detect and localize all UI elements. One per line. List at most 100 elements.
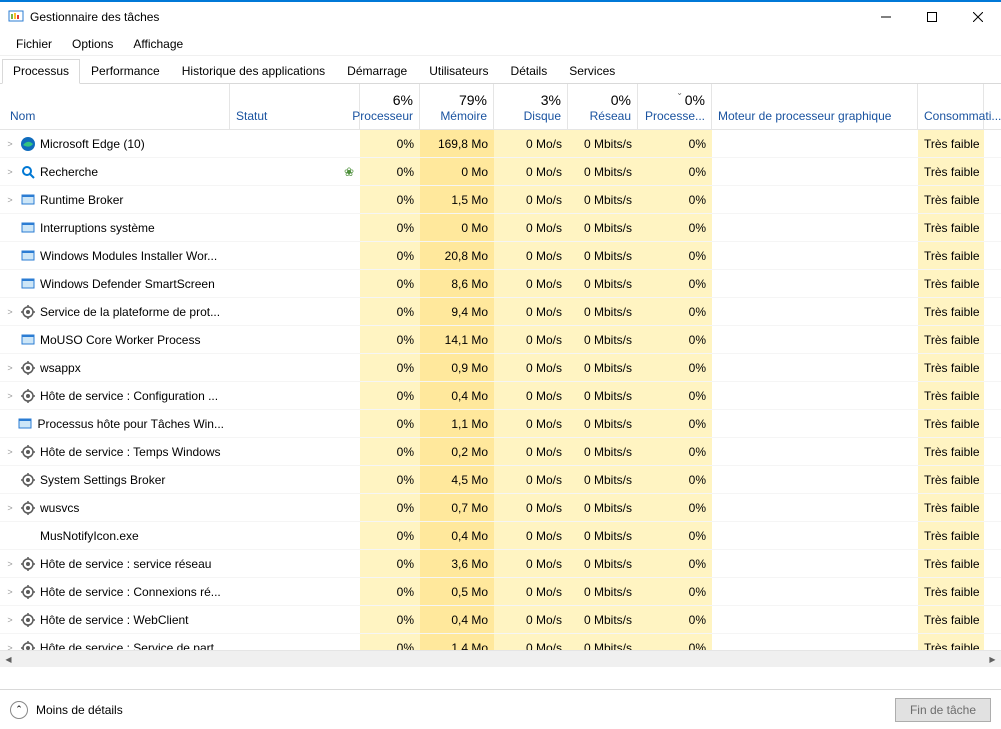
process-name: MoUSO Core Worker Process <box>40 333 200 347</box>
expand-icon[interactable]: > <box>4 391 16 401</box>
process-name: Hôte de service : Service de part... <box>40 641 224 651</box>
table-row[interactable]: >Hôte de service : Temps Windows0%0,2 Mo… <box>0 438 1001 466</box>
cell-status <box>230 494 360 521</box>
cell-cpu: 0% <box>360 214 420 241</box>
expand-icon[interactable]: > <box>4 503 16 513</box>
table-row[interactable]: >Microsoft Edge (10)0%169,8 Mo0 Mo/s0 Mb… <box>0 130 1001 158</box>
cell-disk: 0 Mo/s <box>494 438 568 465</box>
cell-status <box>230 578 360 605</box>
cell-gpu: 0% <box>638 382 712 409</box>
cell-gpu: 0% <box>638 326 712 353</box>
table-row[interactable]: >Hôte de service : Configuration ...0%0,… <box>0 382 1001 410</box>
minimize-button[interactable] <box>863 2 909 32</box>
expand-icon[interactable]: > <box>4 307 16 317</box>
maximize-button[interactable] <box>909 2 955 32</box>
scroll-right-icon[interactable]: ▶ <box>984 651 1001 668</box>
cell-power: Très faible <box>918 270 984 297</box>
expand-icon[interactable]: > <box>4 447 16 457</box>
table-row[interactable]: Interruptions système0%0 Mo0 Mo/s0 Mbits… <box>0 214 1001 242</box>
table-row[interactable]: >Recherche❀0%0 Mo0 Mo/s0 Mbits/s0%Très f… <box>0 158 1001 186</box>
table-row[interactable]: >Hôte de service : WebClient0%0,4 Mo0 Mo… <box>0 606 1001 634</box>
gear-icon <box>20 360 36 376</box>
menu-view[interactable]: Affichage <box>123 34 193 54</box>
cell-gpu-engine <box>712 130 918 157</box>
tab-startup[interactable]: Démarrage <box>336 59 418 84</box>
cell-gpu: 0% <box>638 550 712 577</box>
col-memory[interactable]: 79%Mémoire <box>420 84 494 129</box>
tab-app-history[interactable]: Historique des applications <box>171 59 336 84</box>
scroll-left-icon[interactable]: ◀ <box>0 651 17 668</box>
col-mem-label: Mémoire <box>440 109 487 123</box>
col-network[interactable]: 0%Réseau <box>568 84 638 129</box>
table-row[interactable]: >Hôte de service : service réseau0%3,6 M… <box>0 550 1001 578</box>
table-row[interactable]: >Hôte de service : Service de part...0%1… <box>0 634 1001 650</box>
menu-file[interactable]: Fichier <box>6 34 62 54</box>
tab-details[interactable]: Détails <box>500 59 559 84</box>
horizontal-scrollbar[interactable]: ◀ ▶ <box>0 650 1001 667</box>
table-row[interactable]: >wusvcs0%0,7 Mo0 Mo/s0 Mbits/s0%Très fai… <box>0 494 1001 522</box>
table-row[interactable]: >Hôte de service : Connexions ré...0%0,5… <box>0 578 1001 606</box>
expand-icon[interactable]: > <box>4 643 16 651</box>
gear-icon <box>20 388 36 404</box>
cell-gpu-engine <box>712 354 918 381</box>
table-row[interactable]: Windows Defender SmartScreen0%8,6 Mo0 Mo… <box>0 270 1001 298</box>
cell-disk: 0 Mo/s <box>494 242 568 269</box>
col-status[interactable]: Statut <box>230 84 360 129</box>
cell-net: 0 Mbits/s <box>568 158 638 185</box>
table-row[interactable]: MoUSO Core Worker Process0%14,1 Mo0 Mo/s… <box>0 326 1001 354</box>
cell-cpu: 0% <box>360 494 420 521</box>
table-row[interactable]: MusNotifyIcon.exe0%0,4 Mo0 Mo/s0 Mbits/s… <box>0 522 1001 550</box>
fewer-details-button[interactable]: ⌃ Moins de détails <box>10 701 123 719</box>
expand-icon[interactable]: > <box>4 615 16 625</box>
expand-icon[interactable]: > <box>4 167 16 177</box>
expand-icon[interactable]: > <box>4 587 16 597</box>
expand-icon[interactable]: > <box>4 363 16 373</box>
titlebar: Gestionnaire des tâches <box>0 2 1001 32</box>
tab-processus[interactable]: Processus <box>2 59 80 84</box>
col-status-label: Statut <box>236 109 267 123</box>
col-mem-pct: 79% <box>459 92 487 109</box>
cell-disk: 0 Mo/s <box>494 382 568 409</box>
col-name[interactable]: Nom <box>0 84 230 129</box>
col-cpu[interactable]: 6%Processeur <box>360 84 420 129</box>
cell-power: Très faible <box>918 186 984 213</box>
tab-users[interactable]: Utilisateurs <box>418 59 499 84</box>
expand-icon[interactable]: > <box>4 139 16 149</box>
col-gpu[interactable]: ⌄0%Processe... <box>638 84 712 129</box>
tab-services[interactable]: Services <box>558 59 626 84</box>
col-power-usage[interactable]: Consommati... <box>918 84 984 129</box>
exe-icon <box>20 332 36 348</box>
cell-mem: 0,7 Mo <box>420 494 494 521</box>
cell-power: Très faible <box>918 410 984 437</box>
cell-name: >wsappx <box>0 354 230 381</box>
cell-gpu-engine <box>712 158 918 185</box>
cell-cpu: 0% <box>360 130 420 157</box>
cell-mem: 1,5 Mo <box>420 186 494 213</box>
end-task-button[interactable]: Fin de tâche <box>895 698 991 722</box>
expand-icon[interactable]: > <box>4 559 16 569</box>
col-disk[interactable]: 3%Disque <box>494 84 568 129</box>
table-row[interactable]: >wsappx0%0,9 Mo0 Mo/s0 Mbits/s0%Très fai… <box>0 354 1001 382</box>
table-row[interactable]: >Service de la plateforme de prot...0%9,… <box>0 298 1001 326</box>
table-row[interactable]: Processus hôte pour Tâches Win...0%1,1 M… <box>0 410 1001 438</box>
table-row[interactable]: Windows Modules Installer Wor...0%20,8 M… <box>0 242 1001 270</box>
cell-disk: 0 Mo/s <box>494 158 568 185</box>
cell-mem: 14,1 Mo <box>420 326 494 353</box>
process-name: Hôte de service : WebClient <box>40 613 189 627</box>
table-row[interactable]: System Settings Broker0%4,5 Mo0 Mo/s0 Mb… <box>0 466 1001 494</box>
col-gpu-engine[interactable]: Moteur de processeur graphique <box>712 84 918 129</box>
cell-net: 0 Mbits/s <box>568 550 638 577</box>
cell-gpu-engine <box>712 186 918 213</box>
cell-cpu: 0% <box>360 578 420 605</box>
col-name-label: Nom <box>10 109 35 123</box>
cell-disk: 0 Mo/s <box>494 130 568 157</box>
table-body[interactable]: >Microsoft Edge (10)0%169,8 Mo0 Mo/s0 Mb… <box>0 130 1001 650</box>
close-button[interactable] <box>955 2 1001 32</box>
cell-status <box>230 242 360 269</box>
cell-gpu-engine <box>712 326 918 353</box>
tab-performance[interactable]: Performance <box>80 59 171 84</box>
cell-name: Processus hôte pour Tâches Win... <box>0 410 230 437</box>
expand-icon[interactable]: > <box>4 195 16 205</box>
table-row[interactable]: >Runtime Broker0%1,5 Mo0 Mo/s0 Mbits/s0%… <box>0 186 1001 214</box>
menu-options[interactable]: Options <box>62 34 123 54</box>
